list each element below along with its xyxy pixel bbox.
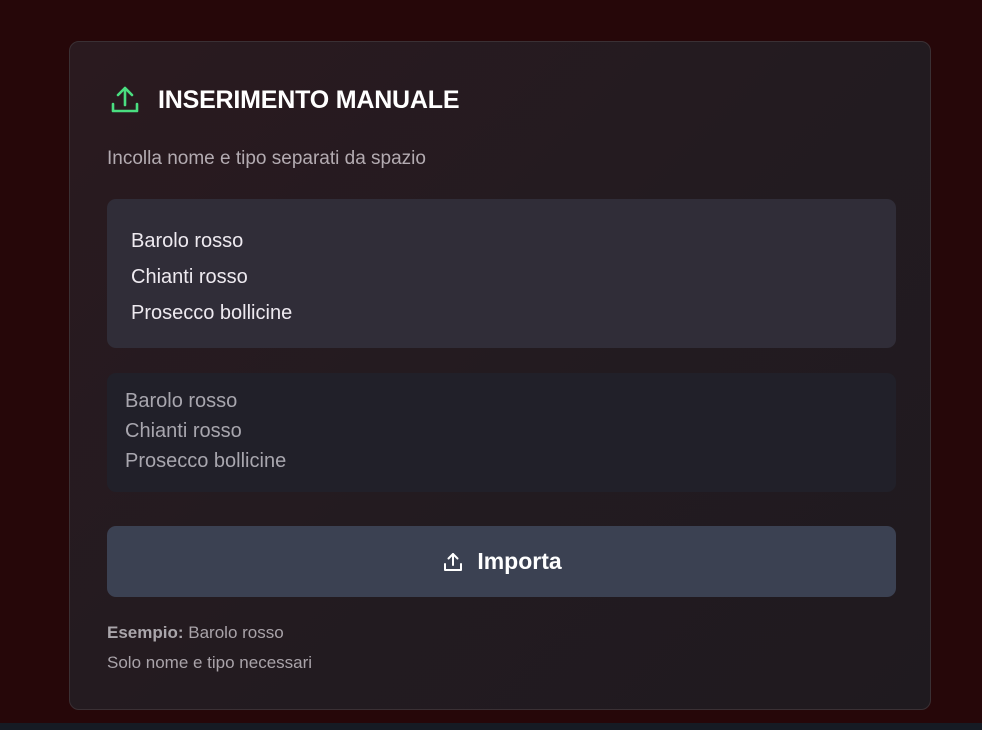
textarea-line: Barolo rosso: [125, 390, 238, 412]
upload-icon: [441, 550, 465, 574]
preview-line: Prosecco bollicine: [131, 302, 293, 324]
example-text: Esempio: Barolo rosso: [107, 623, 284, 643]
card-title: INSERIMENTO MANUALE: [158, 85, 460, 114]
preview-line: Barolo rosso: [131, 230, 244, 252]
requirements-note: Solo nome e tipo necessari: [107, 653, 313, 672]
example-label: Esempio:: [107, 623, 184, 642]
example-value: Barolo rosso: [188, 623, 284, 642]
preview-line: Chianti rosso: [131, 266, 248, 288]
import-button-label: Importa: [477, 548, 562, 574]
upload-icon: [108, 83, 142, 117]
card-subtitle: Incolla nome e tipo separati da spazio: [107, 148, 426, 169]
manual-entry-card: INSERIMENTO MANUALE Incolla nome e tipo …: [69, 41, 931, 710]
textarea-line: Prosecco bollicine: [125, 450, 287, 472]
card-header: INSERIMENTO MANUALE: [108, 83, 460, 117]
wine-list-textarea[interactable]: Barolo rosso Chianti rosso Prosecco boll…: [107, 373, 896, 492]
bottom-strip: [0, 723, 982, 730]
preview-box: Barolo rosso Chianti rosso Prosecco boll…: [107, 199, 896, 348]
import-button[interactable]: Importa: [107, 526, 896, 597]
textarea-line: Chianti rosso: [125, 420, 242, 442]
